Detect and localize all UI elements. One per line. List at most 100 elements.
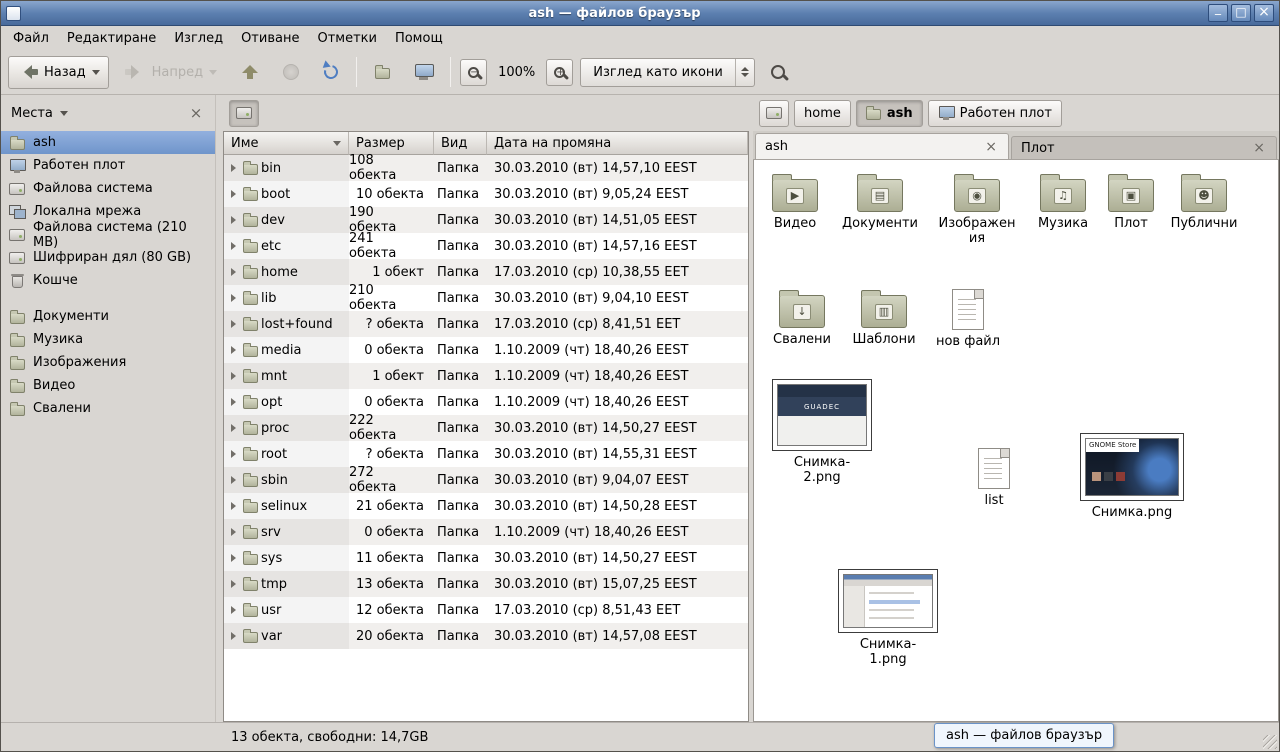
tree-row[interactable]: dev190 обектаПапка30.03.2010 (вт) 14,51,… xyxy=(224,207,748,233)
tree-row[interactable]: srv0 обектаПапка1.10.2009 (чт) 18,40,26 … xyxy=(224,519,748,545)
computer-path-button[interactable] xyxy=(759,100,789,127)
expander-icon[interactable] xyxy=(231,502,240,510)
sidebar-item-music[interactable]: Музика xyxy=(1,328,215,351)
tree-row[interactable]: lost+found? обектаПапка17.03.2010 (ср) 8… xyxy=(224,311,748,337)
stop-button[interactable] xyxy=(274,56,308,89)
menu-edit[interactable]: Редактиране xyxy=(58,28,165,49)
tree-row[interactable]: root? обектаПапка30.03.2010 (вт) 14,55,3… xyxy=(224,441,748,467)
file-item-snimka-1[interactable]: Снимка-1.png xyxy=(838,569,938,667)
path-button-desktop[interactable]: Работен плот xyxy=(928,100,1062,127)
folder-item-documents[interactable]: Документи xyxy=(838,172,922,232)
menu-help[interactable]: Помощ xyxy=(386,28,452,49)
folder-item-desktop[interactable]: Плот xyxy=(1098,172,1164,232)
sidebar-item-home[interactable]: ash xyxy=(1,131,215,154)
zoom-out-button[interactable] xyxy=(460,59,487,86)
expander-icon[interactable] xyxy=(231,528,240,536)
file-item-snimka-2[interactable]: GUADEC Снимка-2.png xyxy=(772,379,872,485)
path-button-ash[interactable]: ash xyxy=(856,100,923,127)
back-button[interactable]: Назад xyxy=(8,56,109,89)
column-header-date[interactable]: Дата на промяна xyxy=(487,132,748,155)
expander-icon[interactable] xyxy=(231,268,240,276)
sidebar-item-pictures[interactable]: Изображения xyxy=(1,351,215,374)
folder-item-public[interactable]: Публични xyxy=(1166,172,1242,232)
pane-splitter[interactable] xyxy=(216,95,223,722)
sidebar-close-icon[interactable]: × xyxy=(187,104,205,122)
expander-icon[interactable] xyxy=(231,554,240,562)
tree-row[interactable]: usr12 обектаПапка17.03.2010 (ср) 8,51,43… xyxy=(224,597,748,623)
home-button[interactable] xyxy=(366,56,399,89)
column-header-type[interactable]: Вид xyxy=(434,132,487,155)
menu-file[interactable]: Файл xyxy=(4,28,58,49)
menu-bookmarks[interactable]: Отметки xyxy=(308,28,385,49)
tab-close-icon[interactable]: × xyxy=(1251,140,1267,156)
tree-row[interactable]: sbin272 обектаПапка30.03.2010 (вт) 9,04,… xyxy=(224,467,748,493)
expander-icon[interactable] xyxy=(231,320,240,328)
expander-icon[interactable] xyxy=(231,164,240,172)
tree-row[interactable]: var20 обектаПапка30.03.2010 (вт) 14,57,0… xyxy=(224,623,748,649)
expander-icon[interactable] xyxy=(231,476,240,484)
expander-icon[interactable] xyxy=(231,294,240,302)
expander-icon[interactable] xyxy=(231,632,240,640)
tree-row[interactable]: selinux21 обектаПапка30.03.2010 (вт) 14,… xyxy=(224,493,748,519)
tab-ash[interactable]: ash× xyxy=(755,133,1009,159)
sidebar-item-downloads[interactable]: Свалени xyxy=(1,397,215,420)
tree-row[interactable]: etc241 обектаПапка30.03.2010 (вт) 14,57,… xyxy=(224,233,748,259)
resize-grip[interactable] xyxy=(1263,735,1277,749)
sidebar-item-desktop[interactable]: Работен плот xyxy=(1,154,215,177)
sidebar-item-filesystem[interactable]: Файлова система xyxy=(1,177,215,200)
forward-button[interactable]: Напред xyxy=(116,56,226,89)
sidebar-item-filesystem-210[interactable]: Файлова система (210 MB) xyxy=(1,223,215,246)
expander-icon[interactable] xyxy=(231,346,240,354)
file-item-snimka[interactable]: GNOME Store Снимка.png xyxy=(1080,433,1184,521)
column-header-name[interactable]: Име xyxy=(224,132,349,155)
menu-view[interactable]: Изглед xyxy=(165,28,232,49)
zoom-in-button[interactable] xyxy=(546,59,573,86)
expander-icon[interactable] xyxy=(231,606,240,614)
tree-row[interactable]: lib210 обектаПапка30.03.2010 (вт) 9,04,1… xyxy=(224,285,748,311)
tree-row[interactable]: boot10 обектаПапка30.03.2010 (вт) 9,05,2… xyxy=(224,181,748,207)
tab-desktop[interactable]: Плот× xyxy=(1011,136,1277,159)
sidebar-selector-caret-icon[interactable] xyxy=(60,111,68,120)
column-header-size[interactable]: Размер xyxy=(349,132,434,155)
tree-row[interactable]: home1 обектПапка17.03.2010 (ср) 10,38,55… xyxy=(224,259,748,285)
icon-view[interactable]: Видео Документи Изображения Музика Плот xyxy=(753,160,1279,722)
up-button[interactable] xyxy=(233,56,267,89)
root-path-button[interactable] xyxy=(229,100,259,127)
expander-icon[interactable] xyxy=(231,190,240,198)
tree-row[interactable]: media0 обектаПапка1.10.2009 (чт) 18,40,2… xyxy=(224,337,748,363)
tree-row[interactable]: tmp13 обектаПапка30.03.2010 (вт) 15,07,2… xyxy=(224,571,748,597)
view-mode-select[interactable]: Изглед като икони xyxy=(580,58,755,87)
maximize-button[interactable] xyxy=(1231,4,1251,22)
tree-row[interactable]: opt0 обектаПапка1.10.2009 (чт) 18,40,26 … xyxy=(224,389,748,415)
expander-icon[interactable] xyxy=(231,424,240,432)
folder-item-templates[interactable]: Шаблони xyxy=(848,288,920,348)
sidebar-item-documents[interactable]: Документи xyxy=(1,305,215,328)
folder-item-downloads[interactable]: Свалени xyxy=(766,288,838,348)
folder-item-pictures[interactable]: Изображения xyxy=(938,172,1016,246)
tree-row[interactable]: sys11 обектаПапка30.03.2010 (вт) 14,50,2… xyxy=(224,545,748,571)
tree-row[interactable]: bin108 обектаПапка30.03.2010 (вт) 14,57,… xyxy=(224,155,748,181)
reload-button[interactable] xyxy=(315,56,347,89)
close-button[interactable] xyxy=(1254,4,1274,22)
folder-item-music[interactable]: Музика xyxy=(1028,172,1098,232)
search-button[interactable] xyxy=(762,56,794,89)
file-item-list[interactable]: list xyxy=(959,445,1029,509)
sidebar-item-videos[interactable]: Видео xyxy=(1,374,215,397)
expander-icon[interactable] xyxy=(231,216,240,224)
expander-icon[interactable] xyxy=(231,580,240,588)
title-bar[interactable]: ash — файлов браузър xyxy=(1,1,1279,26)
path-button-home[interactable]: home xyxy=(794,100,851,127)
sidebar-item-trash[interactable]: Кошче xyxy=(1,269,215,292)
folder-item-videos[interactable]: Видео xyxy=(757,172,833,232)
minimize-button[interactable] xyxy=(1208,4,1228,22)
tree-row[interactable]: mnt1 обектПапка1.10.2009 (чт) 18,40,26 E… xyxy=(224,363,748,389)
file-item-new-file[interactable]: нов файл xyxy=(933,286,1003,350)
computer-button[interactable] xyxy=(406,56,441,89)
expander-icon[interactable] xyxy=(231,372,240,380)
back-history-caret-icon[interactable] xyxy=(92,70,100,79)
view-mode-spinner-icon[interactable] xyxy=(735,59,754,86)
menu-go[interactable]: Отиване xyxy=(232,28,308,49)
tree-row[interactable]: proc222 обектаПапка30.03.2010 (вт) 14,50… xyxy=(224,415,748,441)
expander-icon[interactable] xyxy=(231,242,240,250)
sidebar-item-encrypted[interactable]: Шифриран дял (80 GB) xyxy=(1,246,215,269)
